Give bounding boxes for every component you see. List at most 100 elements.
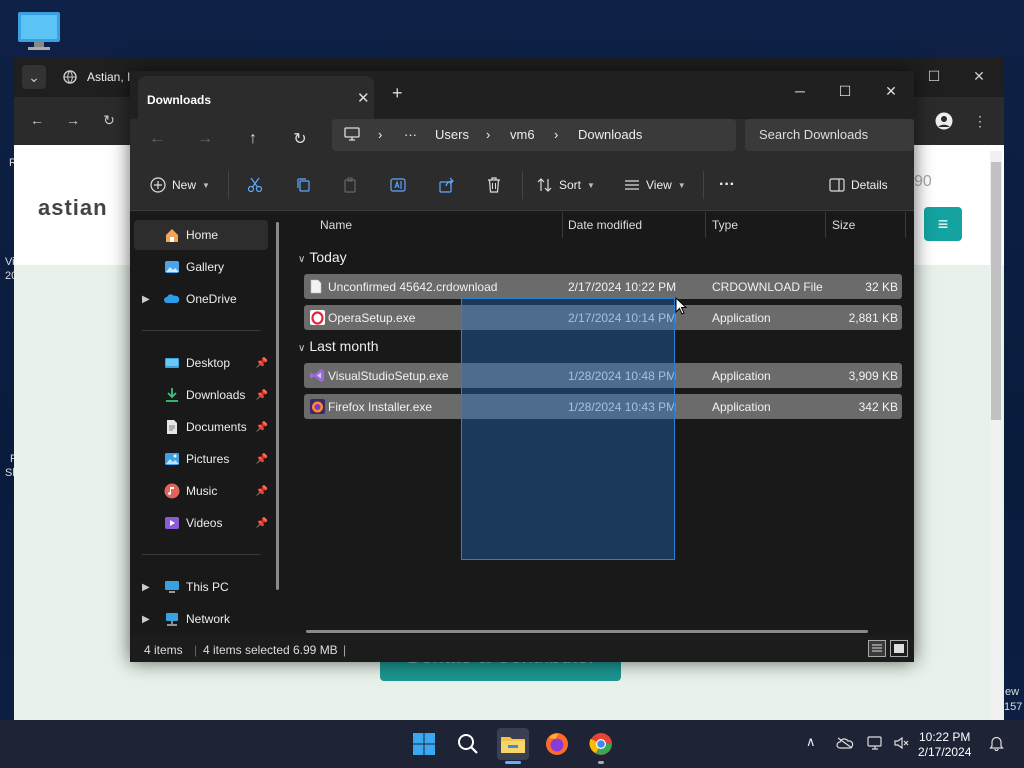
pin-icon[interactable]: 📌 (256, 422, 268, 433)
computer-icon[interactable] (344, 126, 360, 145)
browser-tab-title[interactable]: Astian, I (87, 70, 130, 84)
sidebar-item-videos[interactable]: Videos 📌 (134, 508, 268, 538)
group-header-today[interactable]: ∨ Today (298, 249, 347, 265)
column-header-size[interactable]: Size (832, 218, 855, 232)
sidebar-item-home[interactable]: Home (134, 220, 268, 250)
sidebar-item-network[interactable]: ▶ Network (134, 604, 268, 634)
sidebar-item-label: Desktop (186, 356, 231, 370)
details-button[interactable]: Details (829, 173, 888, 197)
new-button[interactable]: New ▼ (150, 173, 210, 197)
breadcrumb-vm6[interactable]: vm6 (510, 127, 535, 142)
firefox-taskbar-icon[interactable] (541, 728, 573, 760)
navigation-scrollbar[interactable] (276, 222, 279, 590)
sidebar-item-onedrive[interactable]: ▶ OneDrive (134, 284, 268, 314)
hamburger-menu-button[interactable]: ≡ (924, 207, 962, 241)
rename-icon[interactable] (390, 173, 408, 197)
browser-reload-icon[interactable]: ↻ (100, 111, 118, 129)
sort-icon (537, 178, 552, 192)
start-windows-icon[interactable] (408, 728, 440, 760)
browser-scrollbar-thumb[interactable] (991, 162, 1001, 420)
minimize-button[interactable]: ─ (780, 77, 820, 105)
column-separator[interactable] (905, 212, 906, 238)
more-locations-icon[interactable]: ··· (404, 127, 417, 142)
file-explorer-taskbar-icon[interactable] (497, 728, 529, 760)
cut-icon[interactable] (247, 173, 263, 197)
network-icon (164, 611, 180, 627)
search-input[interactable]: Search Downloads (759, 127, 868, 142)
sidebar-item-desktop[interactable]: Desktop 📌 (134, 348, 268, 378)
breadcrumb-users[interactable]: Users (435, 127, 469, 142)
breadcrumb-chevron-icon[interactable]: › (378, 127, 382, 142)
refresh-icon[interactable]: ↻ (285, 125, 315, 153)
explorer-tab-title: Downloads (147, 93, 212, 107)
network-status-icon[interactable] (867, 735, 885, 754)
sidebar-item-documents[interactable]: Documents 📌 (134, 412, 268, 442)
more-options-icon[interactable]: ··· (719, 173, 735, 197)
onedrive-offline-icon[interactable] (836, 737, 854, 752)
pin-icon[interactable]: 📌 (256, 454, 268, 465)
new-tab-icon[interactable]: + (392, 83, 403, 104)
sidebar-item-label: Network (186, 612, 231, 626)
table-row[interactable]: Unconfirmed 45642.crdownload 2/17/2024 1… (304, 274, 902, 299)
column-separator[interactable] (562, 212, 563, 238)
column-separator[interactable] (705, 212, 706, 238)
view-button[interactable]: View ▼ (624, 173, 686, 197)
browser-back-icon[interactable]: ← (28, 111, 46, 129)
chrome-taskbar-icon[interactable] (585, 728, 617, 760)
browser-menu-icon[interactable]: ⋮ (972, 111, 988, 131)
pin-icon[interactable]: 📌 (256, 486, 268, 497)
breadcrumb-downloads[interactable]: Downloads (578, 127, 642, 142)
browser-close-button[interactable]: ✕ (971, 65, 987, 87)
notification-bell-icon[interactable] (989, 735, 1004, 754)
sort-button[interactable]: Sort ▼ (537, 173, 595, 197)
close-tab-icon[interactable]: ✕ (357, 89, 370, 107)
show-hidden-icons-chevron-icon[interactable]: ∧ (806, 734, 816, 750)
column-header-date[interactable]: Date modified (568, 218, 642, 232)
forward-arrow-icon[interactable]: → (190, 125, 220, 153)
expand-chevron-icon[interactable]: ▶ (142, 294, 150, 305)
maximize-button[interactable]: ☐ (825, 77, 865, 105)
sidebar-item-music[interactable]: Music 📌 (134, 476, 268, 506)
address-bar[interactable]: › ··· Users › vm6 › Downloads (332, 119, 736, 151)
search-box[interactable]: Search Downloads (745, 119, 914, 151)
breadcrumb-chevron-icon[interactable]: › (554, 127, 558, 142)
details-view-icon[interactable] (868, 640, 886, 657)
file-type: Application (712, 369, 771, 383)
this-pc-desktop-icon[interactable] (16, 10, 62, 52)
column-header-name[interactable]: Name (320, 218, 352, 232)
expand-chevron-icon[interactable]: ▶ (142, 614, 150, 625)
paste-icon[interactable] (342, 173, 358, 197)
copy-icon[interactable] (295, 173, 311, 197)
close-window-button[interactable]: ✕ (871, 77, 911, 105)
sidebar-item-pictures[interactable]: Pictures 📌 (134, 444, 268, 474)
sidebar-item-this-pc[interactable]: ▶ This PC (134, 572, 268, 602)
profile-icon[interactable] (934, 111, 954, 131)
column-separator[interactable] (825, 212, 826, 238)
up-arrow-icon[interactable]: ↑ (238, 125, 268, 153)
explorer-tab[interactable]: Downloads ✕ (138, 76, 374, 120)
volume-muted-icon[interactable] (893, 735, 909, 754)
delete-icon[interactable] (486, 173, 502, 197)
share-icon[interactable] (439, 173, 455, 197)
expand-chevron-icon[interactable]: ▶ (142, 582, 150, 593)
back-arrow-icon[interactable]: ← (142, 125, 172, 153)
system-clock[interactable]: 10:22 PM 2/17/2024 (918, 730, 971, 760)
astian-logo[interactable]: astian (38, 195, 108, 221)
sidebar-item-downloads[interactable]: Downloads 📌 (134, 380, 268, 410)
collapse-chevron-icon: ∨ (298, 254, 306, 265)
pin-icon[interactable]: 📌 (256, 390, 268, 401)
browser-forward-icon[interactable]: → (64, 111, 82, 129)
browser-maximize-button[interactable]: ☐ (926, 65, 942, 87)
sidebar-item-gallery[interactable]: Gallery (134, 252, 268, 282)
horizontal-scrollbar[interactable] (306, 630, 868, 633)
tiles-view-icon[interactable] (890, 640, 908, 657)
pin-icon[interactable]: 📌 (256, 518, 268, 529)
column-header-type[interactable]: Type (712, 218, 738, 232)
group-header-last-month[interactable]: ∨ Last month (298, 338, 379, 354)
search-icon[interactable] (452, 728, 484, 760)
pin-icon[interactable]: 📌 (256, 358, 268, 369)
sidebar-item-label: Downloads (186, 388, 246, 402)
breadcrumb-chevron-icon[interactable]: › (486, 127, 490, 142)
explorer-title-bar: Downloads ✕ + ─ ☐ ✕ (130, 71, 914, 120)
tab-list-button[interactable]: ⌄ (22, 65, 46, 89)
